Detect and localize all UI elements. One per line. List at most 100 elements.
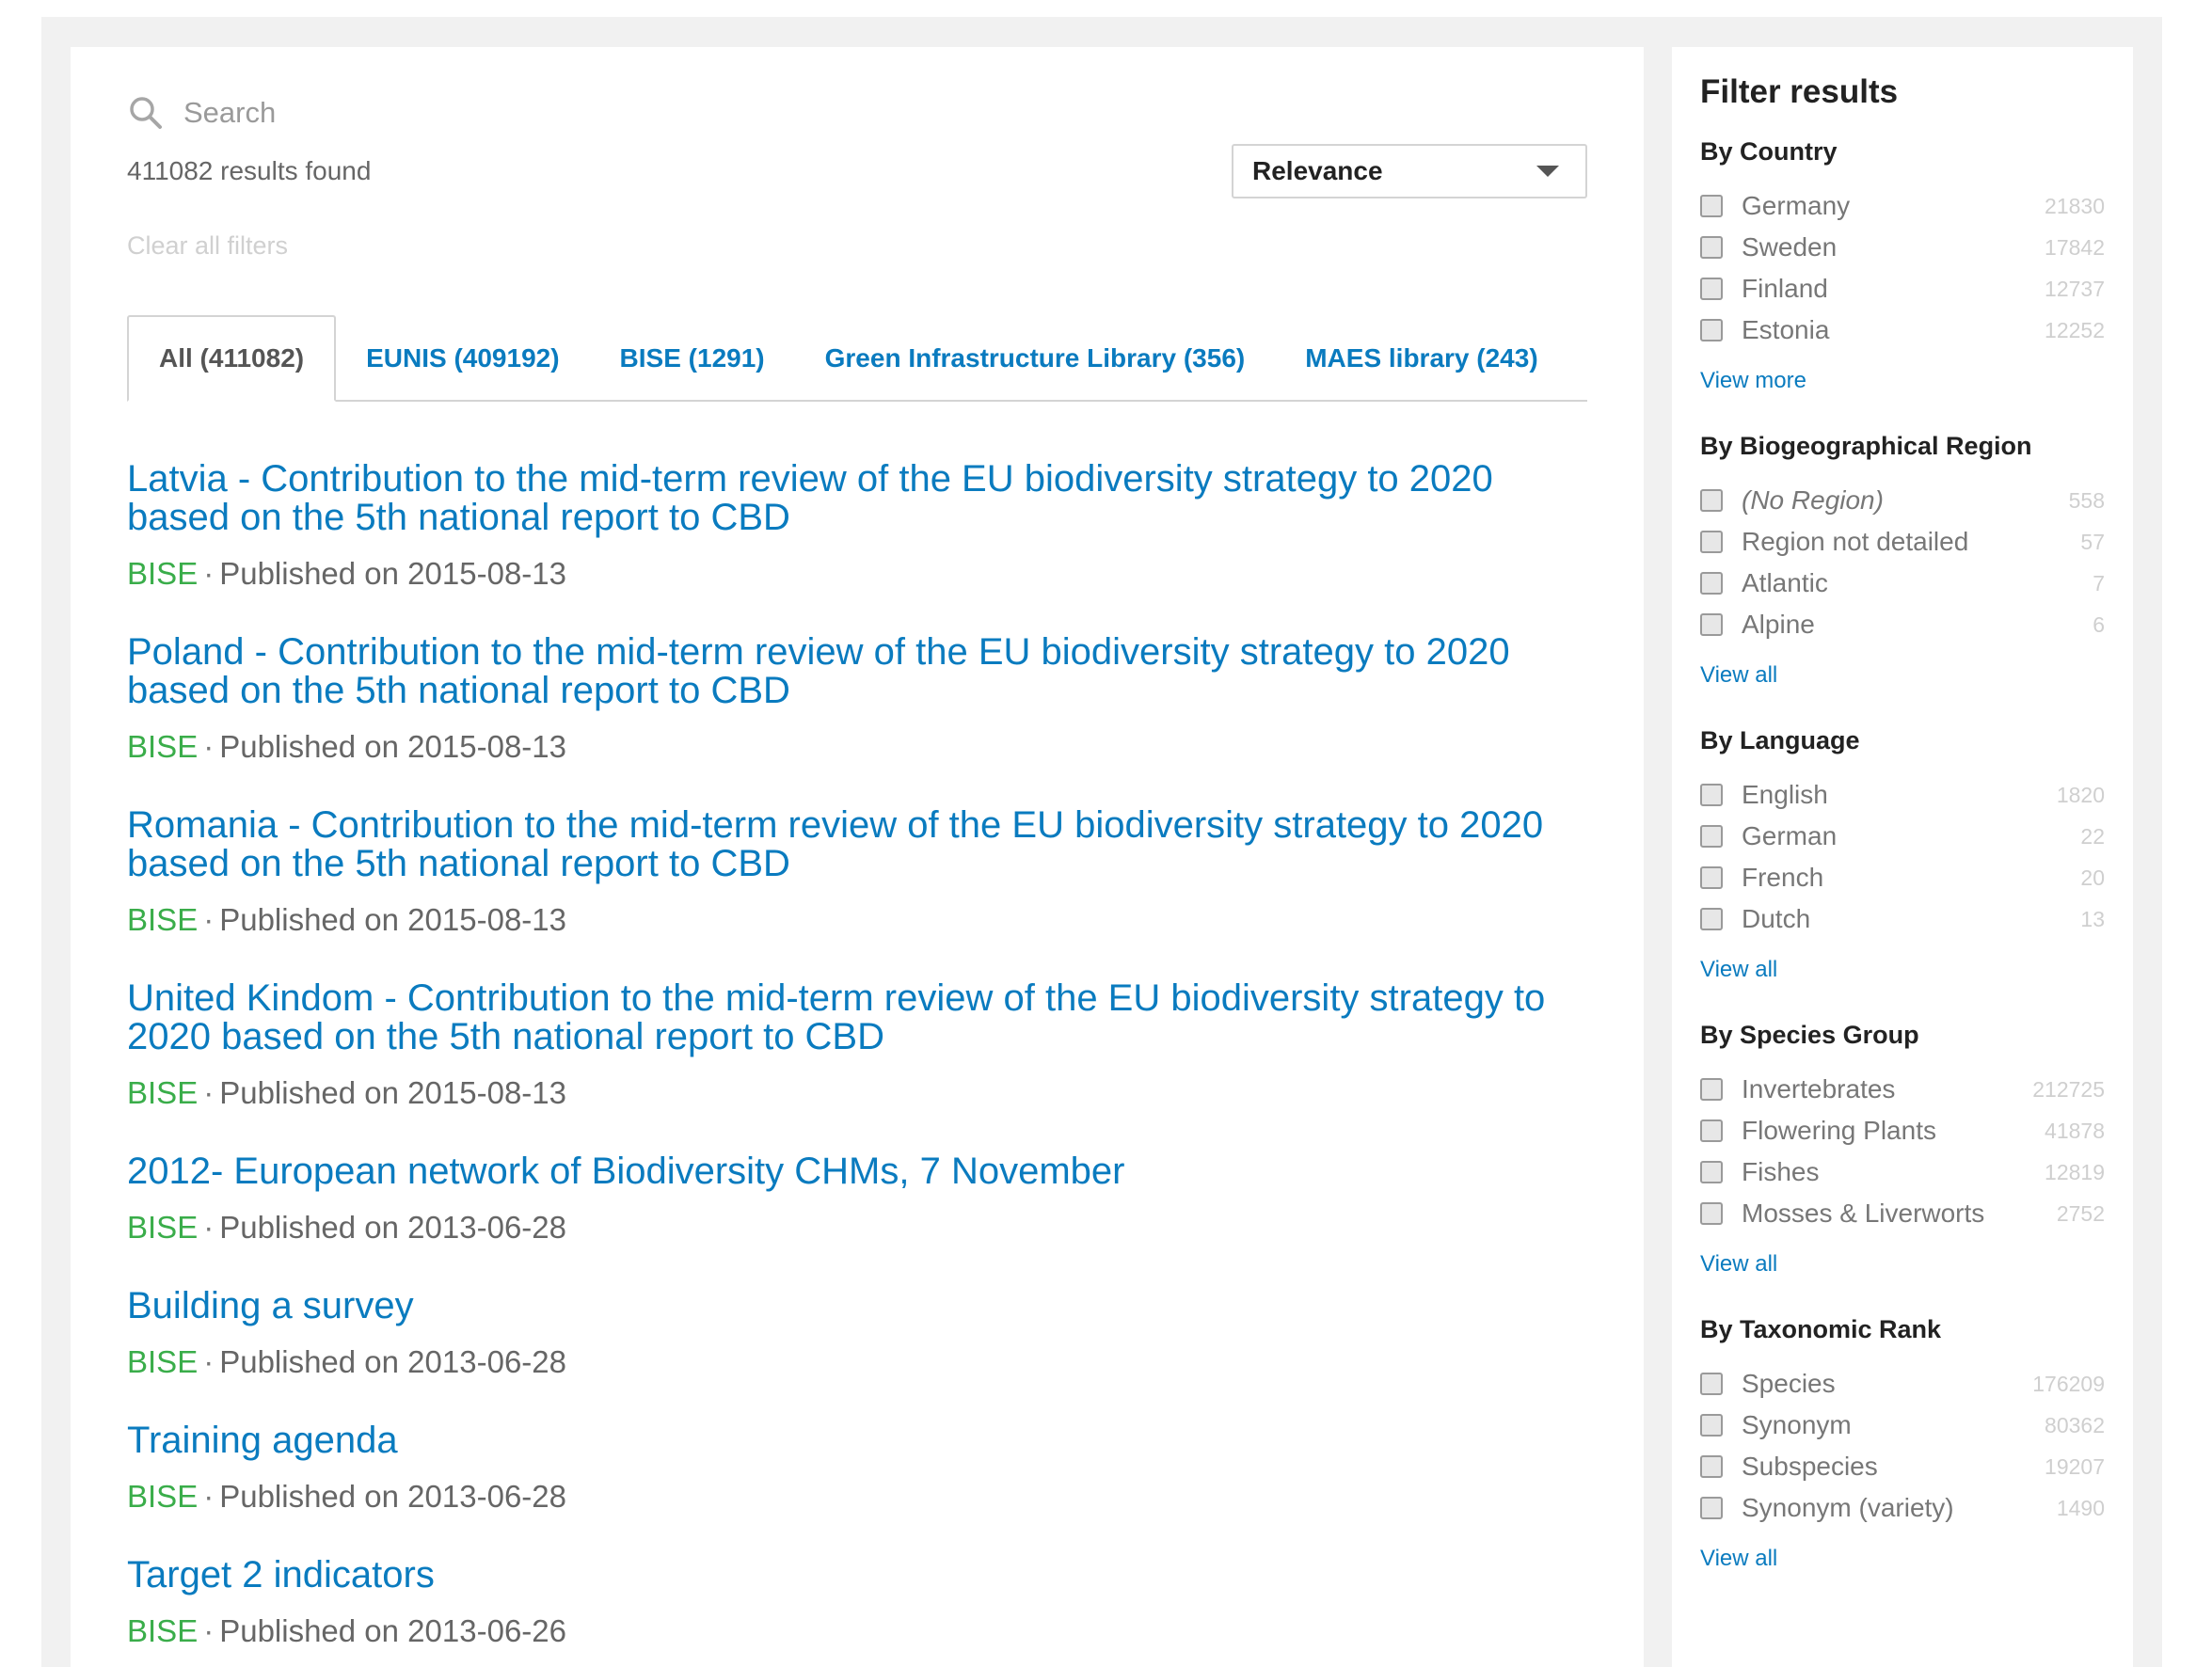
result-source[interactable]: BISE: [127, 1344, 198, 1379]
facet-option[interactable]: Species 176209: [1700, 1363, 2105, 1405]
facet-option[interactable]: French 20: [1700, 857, 2105, 898]
facet-option-count: 12252: [2045, 317, 2105, 342]
result-title-link[interactable]: Building a survey: [127, 1287, 1587, 1326]
tab-eunis[interactable]: EUNIS (409192): [336, 317, 589, 400]
facet-option[interactable]: Finland 12737: [1700, 268, 2105, 310]
checkbox[interactable]: [1700, 1202, 1723, 1225]
sort-dropdown[interactable]: Relevance: [1232, 144, 1587, 198]
result-title-link[interactable]: Poland - Contribution to the mid-term re…: [127, 633, 1587, 710]
facet-option-count: 57: [2080, 529, 2105, 554]
tab-bise[interactable]: BISE (1291): [590, 317, 795, 400]
result-published-date: Published on 2013-06-28: [219, 1344, 566, 1379]
facet-option-label: Mosses & Liverworts: [1742, 1199, 1985, 1228]
facet-option-label: French: [1742, 863, 1824, 892]
checkbox[interactable]: [1700, 1078, 1723, 1101]
view-all-link[interactable]: View all: [1700, 957, 1777, 983]
result-item: Poland - Contribution to the mid-term re…: [127, 633, 1587, 765]
checkbox[interactable]: [1700, 866, 1723, 889]
view-all-link[interactable]: View all: [1700, 662, 1777, 689]
result-title-link[interactable]: Latvia - Contribution to the mid-term re…: [127, 460, 1587, 537]
result-source[interactable]: BISE: [127, 1210, 198, 1245]
facet-option[interactable]: German 22: [1700, 816, 2105, 857]
facet-option-count: 1820: [2056, 782, 2105, 807]
facet-option-count: 1490: [2056, 1495, 2105, 1520]
facet-option-count: 176209: [2032, 1371, 2105, 1396]
facet-option[interactable]: Synonym (variety) 1490: [1700, 1487, 2105, 1529]
facet-option-count: 17842: [2045, 234, 2105, 260]
checkbox[interactable]: [1700, 531, 1723, 553]
results-panel: 411082 results found Relevance Clear all…: [71, 47, 1644, 1667]
checkbox[interactable]: [1700, 489, 1723, 512]
facet-option-label: Synonym (variety): [1742, 1493, 1954, 1522]
facet-option[interactable]: Estonia 12252: [1700, 310, 2105, 351]
checkbox[interactable]: [1700, 784, 1723, 806]
result-count: 411082 results found: [127, 156, 372, 185]
checkbox[interactable]: [1700, 825, 1723, 848]
result-source[interactable]: BISE: [127, 1479, 198, 1514]
checkbox[interactable]: [1700, 908, 1723, 930]
checkbox[interactable]: [1700, 1414, 1723, 1437]
checkbox[interactable]: [1700, 319, 1723, 341]
result-source[interactable]: BISE: [127, 556, 198, 591]
view-all-link[interactable]: View all: [1700, 1546, 1777, 1572]
search-icon[interactable]: [127, 94, 165, 132]
result-published-date: Published on 2013-06-28: [219, 1210, 566, 1245]
result-title-link[interactable]: Target 2 indicators: [127, 1556, 1587, 1595]
facet-option[interactable]: Synonym 80362: [1700, 1405, 2105, 1446]
facet-option[interactable]: Atlantic 7: [1700, 563, 2105, 604]
facet-option[interactable]: (No Region) 558: [1700, 480, 2105, 521]
tab-all[interactable]: All (411082): [127, 315, 337, 402]
result-meta: BISE · Published on 2013-06-28: [127, 1210, 566, 1245]
result-title-link[interactable]: United Kindom - Contribution to the mid-…: [127, 979, 1587, 1056]
result-title-link[interactable]: Training agenda: [127, 1421, 1587, 1460]
result-source[interactable]: BISE: [127, 902, 198, 937]
checkbox[interactable]: [1700, 572, 1723, 595]
checkbox[interactable]: [1700, 613, 1723, 636]
facet-option[interactable]: Dutch 13: [1700, 898, 2105, 940]
facet-option-count: 558: [2068, 487, 2105, 513]
checkbox[interactable]: [1700, 1373, 1723, 1395]
checkbox[interactable]: [1700, 195, 1723, 217]
result-item: Training agenda BISE · Published on 2013-0…: [127, 1421, 1587, 1515]
facet-option-label: English: [1742, 780, 1828, 809]
facet-option[interactable]: Subspecies 19207: [1700, 1446, 2105, 1487]
result-source[interactable]: BISE: [127, 1613, 198, 1648]
checkbox[interactable]: [1700, 1119, 1723, 1142]
result-source[interactable]: BISE: [127, 729, 198, 764]
result-source[interactable]: BISE: [127, 1075, 198, 1110]
facet-option[interactable]: Mosses & Liverworts 2752: [1700, 1193, 2105, 1234]
result-published-date: Published on 2015-08-13: [219, 556, 566, 591]
facet-option-label: Species: [1742, 1369, 1836, 1398]
checkbox[interactable]: [1700, 1161, 1723, 1183]
result-title-link[interactable]: Romania - Contribution to the mid-term r…: [127, 806, 1587, 883]
result-title-link[interactable]: 2012- European network of Biodiversity C…: [127, 1152, 1587, 1191]
facet-option[interactable]: Region not detailed 57: [1700, 521, 2105, 563]
checkbox[interactable]: [1700, 1497, 1723, 1519]
view-all-link[interactable]: View all: [1700, 1251, 1777, 1278]
tab-green-infrastructure-library[interactable]: Green Infrastructure Library (356): [795, 317, 1276, 400]
facet-option-count: 12819: [2045, 1159, 2105, 1184]
facet-option[interactable]: Flowering Plants 41878: [1700, 1110, 2105, 1151]
checkbox[interactable]: [1700, 236, 1723, 259]
filter-sidebar: Filter results By Country Germany 21830 S…: [1672, 47, 2133, 1667]
facet-option-count: 22: [2080, 823, 2105, 849]
search-input[interactable]: [182, 95, 938, 131]
facet-option[interactable]: Invertebrates 212725: [1700, 1069, 2105, 1110]
view-more-link[interactable]: View more: [1700, 368, 1806, 394]
tab-maes-library[interactable]: MAES library (243): [1275, 317, 1567, 400]
facet-option[interactable]: Fishes 12819: [1700, 1151, 2105, 1193]
facet-option[interactable]: English 1820: [1700, 774, 2105, 816]
facet-title: By Language: [1700, 726, 1860, 754]
facet-option-count: 6: [2093, 611, 2105, 637]
clear-all-filters-link[interactable]: Clear all filters: [127, 231, 288, 261]
facet-option[interactable]: Alpine 6: [1700, 604, 2105, 645]
checkbox[interactable]: [1700, 278, 1723, 300]
result-meta: BISE · Published on 2015-08-13: [127, 556, 566, 591]
facet-option-count: 20: [2080, 865, 2105, 890]
filter-heading: Filter results: [1700, 73, 1899, 110]
facet-option[interactable]: Sweden 17842: [1700, 227, 2105, 268]
facet-title: By Species Group: [1700, 1021, 1919, 1049]
checkbox[interactable]: [1700, 1455, 1723, 1478]
facet-option[interactable]: Germany 21830: [1700, 185, 2105, 227]
facet-option-count: 21830: [2045, 193, 2105, 218]
